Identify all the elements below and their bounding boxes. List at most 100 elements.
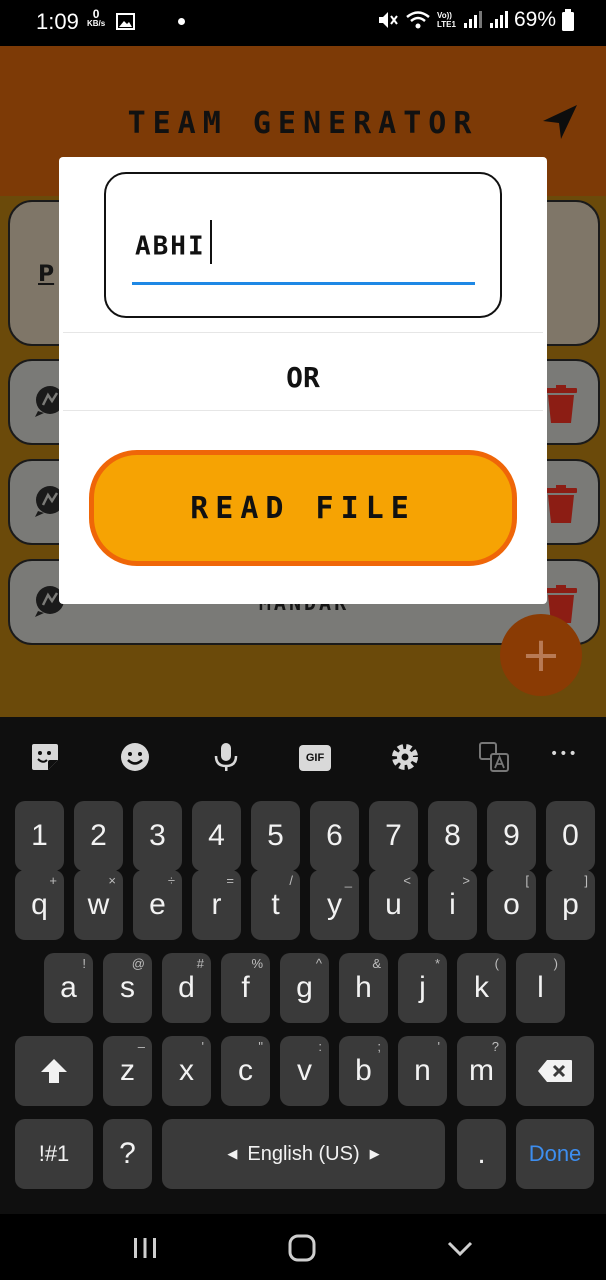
translate-icon[interactable]: [478, 741, 510, 773]
symbols-button[interactable]: !#1: [15, 1119, 93, 1189]
add-player-dialog: ABHI OR READ FILE: [59, 157, 547, 604]
key-alt: _: [344, 873, 352, 888]
key[interactable]: 8: [428, 801, 477, 871]
key[interactable]: u <: [369, 870, 418, 940]
mic-icon[interactable]: [210, 741, 242, 773]
recent-apps-icon[interactable]: [129, 1232, 161, 1264]
key[interactable]: o[: [487, 870, 536, 940]
key[interactable]: t /: [251, 870, 300, 940]
key[interactable]: q +: [15, 870, 64, 940]
key[interactable]: z –: [103, 1036, 152, 1106]
name-input[interactable]: ABHI: [135, 220, 212, 264]
key[interactable]: g ^: [280, 953, 329, 1023]
text-caret: [209, 220, 212, 264]
key-letter: p: [562, 888, 579, 921]
space-label: English (US): [247, 1142, 360, 1165]
trash-icon[interactable]: [544, 485, 578, 523]
key[interactable]: r =: [192, 870, 241, 940]
key-alt: @: [131, 956, 145, 971]
key[interactable]: y _: [310, 870, 359, 940]
key[interactable]: h &: [339, 953, 388, 1023]
key-alt: ): [553, 956, 558, 971]
volte-indicator: Vo)) LTE1: [437, 11, 456, 29]
key[interactable]: j *: [398, 953, 447, 1023]
key[interactable]: k(: [457, 953, 506, 1023]
key[interactable]: p]: [546, 870, 595, 940]
key[interactable]: c ": [221, 1036, 270, 1106]
key-alt: ': [201, 1039, 204, 1054]
divider: [63, 410, 543, 411]
key-alt: –: [137, 1039, 145, 1054]
key[interactable]: w ×: [74, 870, 123, 940]
emoji-icon[interactable]: [119, 741, 151, 773]
wifi-icon: [406, 11, 430, 29]
sticker-icon[interactable]: [29, 741, 61, 773]
gif-icon[interactable]: GIF: [299, 745, 331, 771]
key[interactable]: i >: [428, 870, 477, 940]
send-icon[interactable]: [540, 102, 580, 142]
home-icon[interactable]: [286, 1232, 318, 1264]
back-chevron-down-icon[interactable]: [444, 1232, 476, 1264]
app-title: TEAM GENERATOR: [127, 106, 479, 141]
key-letter: e: [149, 888, 166, 921]
key[interactable]: e ÷: [133, 870, 182, 940]
status-icons: Vo)) LTE1 69%: [377, 8, 574, 32]
shift-button[interactable]: [15, 1036, 93, 1106]
period-key[interactable]: .: [457, 1119, 506, 1189]
key-alt: ×: [108, 873, 116, 888]
settings-icon[interactable]: [389, 741, 421, 773]
key-letter: n: [414, 1054, 431, 1087]
key[interactable]: b;: [339, 1036, 388, 1106]
key[interactable]: 4: [192, 801, 241, 871]
trash-icon[interactable]: [544, 385, 578, 423]
key[interactable]: 5: [251, 801, 300, 871]
key[interactable]: 6: [310, 801, 359, 871]
backspace-button[interactable]: [516, 1036, 594, 1106]
key-alt: <: [403, 873, 411, 888]
add-player-button[interactable]: +: [500, 614, 582, 696]
key-letter: r: [211, 888, 222, 921]
key[interactable]: 9: [487, 801, 536, 871]
key-alt: ]: [584, 873, 588, 888]
divider: [63, 332, 543, 333]
mute-icon: [379, 12, 398, 28]
key[interactable]: l): [516, 953, 565, 1023]
key[interactable]: x ': [162, 1036, 211, 1106]
more-icon[interactable]: •••: [550, 741, 580, 773]
key-alt: [: [525, 873, 529, 888]
key[interactable]: s @: [103, 953, 152, 1023]
volte-bottom: LTE1: [437, 20, 456, 29]
key[interactable]: v:: [280, 1036, 329, 1106]
key[interactable]: d #: [162, 953, 211, 1023]
key[interactable]: 7: [369, 801, 418, 871]
key-alt: ^: [315, 956, 322, 971]
key[interactable]: f%: [221, 953, 270, 1023]
key-alt: /: [289, 873, 293, 888]
key-alt: ?: [491, 1039, 499, 1054]
card-top-label: P: [38, 262, 55, 287]
key-letter: t: [271, 888, 280, 921]
key-alt: :: [318, 1039, 322, 1054]
key[interactable]: m?: [457, 1036, 506, 1106]
read-file-button[interactable]: READ FILE: [89, 450, 517, 566]
chevron-left-icon: ◀: [227, 1146, 238, 1161]
keyboard-toolbar: GIF •••: [0, 717, 606, 795]
key-alt: #: [196, 956, 204, 971]
key[interactable]: 2: [74, 801, 123, 871]
key-letter: c: [238, 1054, 253, 1087]
name-input-box[interactable]: ABHI: [104, 172, 502, 318]
question-key[interactable]: ?: [103, 1119, 152, 1189]
key[interactable]: 1: [15, 801, 64, 871]
key-alt: >: [462, 873, 470, 888]
key-alt: &: [372, 956, 381, 971]
key[interactable]: 3: [133, 801, 182, 871]
key[interactable]: n ': [398, 1036, 447, 1106]
space-bar[interactable]: ◀ English (US) ▶: [162, 1119, 445, 1189]
notification-dot-icon: [178, 18, 185, 25]
chevron-right-icon: ▶: [369, 1146, 380, 1161]
key[interactable]: a!: [44, 953, 93, 1023]
key-letter: o: [503, 888, 520, 921]
key[interactable]: 0: [546, 801, 595, 871]
volte-top: Vo)): [437, 11, 452, 20]
done-button[interactable]: Done: [516, 1119, 594, 1189]
